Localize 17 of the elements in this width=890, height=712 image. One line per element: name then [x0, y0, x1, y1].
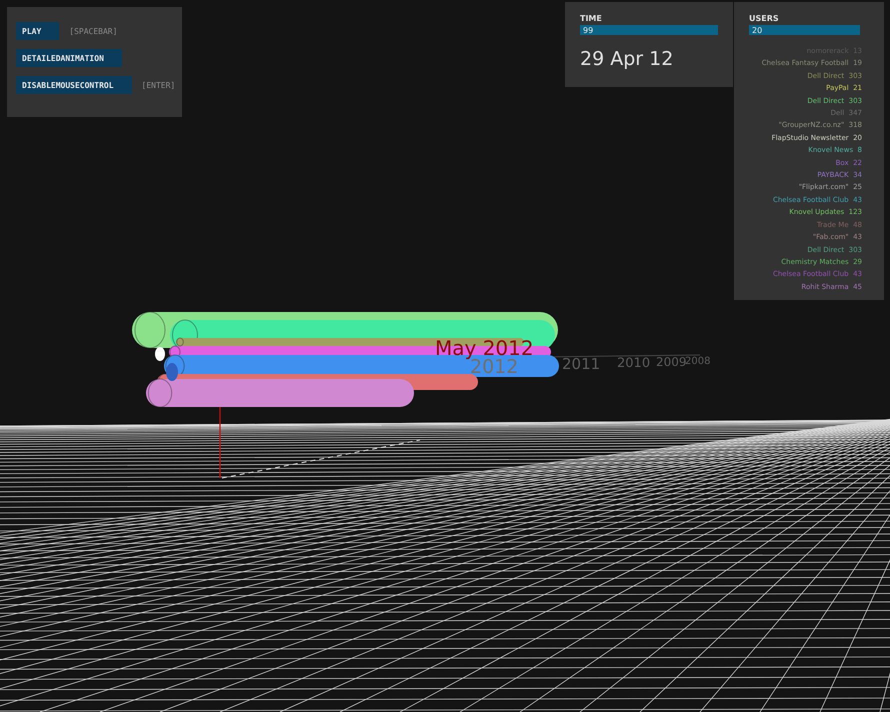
- year-label: 2011: [562, 355, 600, 373]
- year-label: 2012: [470, 356, 518, 378]
- time-slider[interactable]: 99: [580, 25, 718, 35]
- year-label: 2008: [685, 356, 710, 367]
- year-label: 2010: [617, 356, 650, 371]
- users-value: 20: [751, 26, 762, 34]
- shortcut-hint: [ENTER]: [142, 80, 176, 90]
- users-slider[interactable]: 20: [749, 25, 860, 35]
- shortcut-hint: [SPACEBAR]: [69, 26, 118, 36]
- date-label: 29 Apr 12: [580, 48, 674, 70]
- year-label: 2009: [656, 355, 687, 369]
- toggle-button[interactable]: DISABLEMOUSECONTROL: [16, 76, 132, 94]
- time-title: TIME: [580, 14, 603, 23]
- toggle-button[interactable]: DETAILEDANIMATION: [16, 49, 122, 67]
- users-title: USERS: [749, 14, 780, 23]
- toggle-button[interactable]: PLAY: [16, 22, 60, 40]
- time-value: 99: [582, 26, 594, 34]
